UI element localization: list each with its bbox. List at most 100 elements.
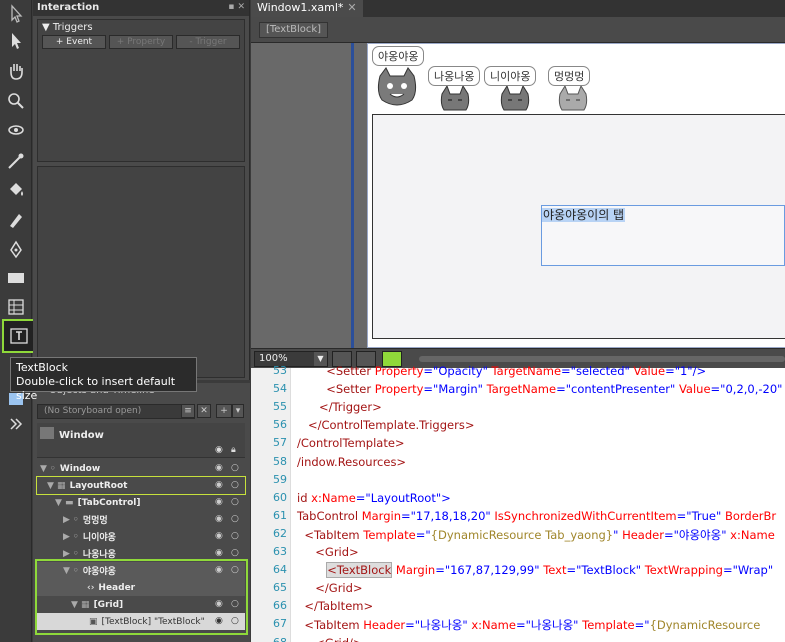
- add-property-button[interactable]: + Property: [109, 35, 173, 49]
- code-line[interactable]: /indow.Resources>: [297, 455, 406, 469]
- code-token: Property: [374, 382, 424, 397]
- code-token: ="나옹나옹": [405, 618, 472, 633]
- window-preview[interactable]: 야옹야옹 나옹나옹 니이야옹 멍멍멍 야옹야옹이의 탭: [367, 43, 785, 348]
- close-storyboard-icon[interactable]: ✕: [197, 404, 211, 418]
- eraser-brush-icon[interactable]: [4, 208, 28, 232]
- selection-arrow-icon[interactable]: [4, 29, 28, 53]
- code-line[interactable]: </Grid>: [297, 581, 362, 595]
- code-token: Text: [543, 563, 567, 578]
- code-token: ="17,18,18,20": [400, 508, 495, 523]
- asset-library-chevron-icon[interactable]: [4, 412, 28, 436]
- code-token: {DynamicResource Tab_yaong}: [430, 527, 614, 542]
- pen-icon[interactable]: [4, 238, 28, 262]
- textblock-element[interactable]: 야옹야옹이의 탭: [541, 205, 785, 266]
- code-line[interactable]: </ControlTemplate.Triggers>: [297, 418, 475, 433]
- close-tab-icon[interactable]: ✕: [347, 1, 356, 14]
- textblock-tool-icon[interactable]: [2, 319, 36, 353]
- tree-row[interactable]: ▼ ◦ Window ◉ ○: [37, 460, 245, 477]
- code-token: ="selected": [561, 364, 634, 378]
- new-storyboard-button[interactable]: +: [216, 404, 232, 418]
- lock-toggle-icon[interactable]: ○: [231, 514, 239, 524]
- tree-row[interactable]: ▶ ◦ 멍멍멍 ◉ ○: [37, 511, 245, 528]
- lock-icon[interactable]: 🔒︎: [231, 445, 236, 455]
- code-token: </Trigger>: [318, 400, 382, 415]
- eye-icon[interactable]: ◉: [215, 463, 223, 473]
- paint-bucket-icon[interactable]: [4, 178, 28, 202]
- lock-toggle-icon[interactable]: ○: [231, 463, 239, 473]
- rectangle-icon[interactable]: [4, 266, 28, 290]
- direct-select-arrow-icon[interactable]: [4, 2, 28, 26]
- tree-row-label: 멍멍멍: [82, 516, 108, 526]
- storyboard-options-icon[interactable]: ≡: [181, 404, 195, 418]
- code-token: </ControlTemplate.Triggers>: [307, 418, 475, 433]
- code-line[interactable]: </Trigger>: [297, 400, 382, 414]
- zoom-value: 100%: [259, 353, 288, 364]
- code-token: Header: [622, 527, 664, 542]
- code-token: ="TextBlock": [566, 563, 645, 578]
- code-token: Margin: [392, 563, 436, 578]
- tab-header-3[interactable]: 멍멍멍: [548, 66, 591, 86]
- code-line[interactable]: <Grid>: [297, 545, 358, 559]
- cat-illustration: [377, 67, 417, 106]
- xaml-editor[interactable]: 53 54 55 56 57 58 59 60 61 62 63 64 65 66 67 68 <Setter…: [251, 364, 785, 642]
- document-tab[interactable]: Window1.xaml* ✕: [251, 0, 363, 17]
- eye-icon[interactable]: ◉: [215, 480, 223, 490]
- code-line[interactable]: <TabItem Header="나옹나옹" x:Name="나옹나옹" Tem…: [297, 617, 760, 633]
- eye-icon[interactable]: ◉: [215, 497, 223, 507]
- code-line[interactable]: <Setter Property="Margin" TargetName="co…: [297, 382, 782, 396]
- code-line[interactable]: id x:Name="LayoutRoot">: [297, 491, 451, 505]
- code-line[interactable]: /ControlTemplate>: [297, 436, 405, 450]
- remove-trigger-button[interactable]: - Trigger: [176, 35, 240, 49]
- horizontal-scrollbar[interactable]: [419, 356, 785, 362]
- add-event-button[interactable]: + Event: [42, 35, 106, 49]
- code-token: ="0,2,0,-20": [710, 382, 783, 397]
- line-number: 59: [273, 472, 287, 486]
- code-line[interactable]: TabControl Margin="17,18,18,20" IsSynchr…: [297, 509, 776, 523]
- code-token: IsSynchronizedWithCurrentItem: [494, 508, 677, 523]
- code-token: ="야옹야옹": [663, 527, 731, 542]
- line-number: 66: [273, 599, 287, 613]
- code-token: =": [415, 527, 431, 542]
- tree-row[interactable]: ▶ ◦ 니이야옹 ◉ ○: [37, 528, 245, 545]
- eye-icon[interactable]: ◉: [215, 531, 223, 541]
- code-token: TextWrapping: [644, 563, 723, 578]
- design-artboard[interactable]: 야옹야옹 나옹나옹 니이야옹 멍멍멍 야옹야옹이의 탭: [251, 43, 785, 348]
- camera-orbit-icon[interactable]: [4, 118, 28, 142]
- code-line[interactable]: </TabItem>: [297, 599, 373, 613]
- line-number: 53: [273, 364, 287, 377]
- lock-toggle-icon[interactable]: ○: [231, 497, 239, 507]
- storyboard-selector[interactable]: (No Storyboard open): [37, 404, 195, 419]
- tab-header-1[interactable]: 나옹나옹: [428, 66, 481, 86]
- eye-icon[interactable]: ◉: [215, 548, 223, 558]
- zoom-icon[interactable]: [4, 89, 28, 113]
- code-line[interactable]: <Setter Property="Opacity" TargetName="s…: [297, 364, 706, 378]
- tab-content-panel[interactable]: 야옹야옹이의 탭: [372, 114, 785, 339]
- grid-layout-icon[interactable]: [4, 295, 28, 319]
- eye-icon[interactable]: ◉: [215, 514, 223, 524]
- storyboard-dropdown-icon[interactable]: ▾: [232, 404, 244, 418]
- code-line[interactable]: <Grid/>: [297, 636, 362, 642]
- breadcrumb[interactable]: [TextBlock]: [259, 22, 329, 38]
- pin-close-icon[interactable]: ▪ ✕: [228, 2, 245, 14]
- scope-up-icon[interactable]: [40, 427, 54, 439]
- tool-tooltip: TextBlock Double-click to insert default…: [10, 357, 197, 402]
- pan-hand-icon[interactable]: [4, 59, 28, 83]
- lock-toggle-icon[interactable]: ○: [231, 548, 239, 558]
- code-token: x:Name: [311, 490, 356, 505]
- tree-row[interactable]: ▼ ▦ LayoutRoot ◉ ○: [36, 476, 246, 495]
- tab-header-2[interactable]: 니이야옹: [484, 66, 537, 86]
- line-number: 68: [273, 635, 287, 642]
- code-line[interactable]: <TabItem Template="{DynamicResource Tab_…: [297, 527, 774, 543]
- code-token: ="나옹나옹": [515, 618, 583, 633]
- code-line[interactable]: <TextBlock Margin="167,87,129,99" Text="…: [297, 562, 773, 579]
- lock-toggle-icon[interactable]: ○: [231, 480, 239, 490]
- tab-header-0[interactable]: 야옹야옹: [372, 46, 425, 66]
- eye-icon[interactable]: ◉: [215, 445, 223, 455]
- eyedropper-icon[interactable]: [4, 149, 28, 173]
- blend-window: { "interaction": { "title": "Interaction…: [0, 0, 785, 642]
- lock-toggle-icon[interactable]: ○: [231, 531, 239, 541]
- tree-row[interactable]: ▼ ▬ [TabControl] ◉ ○: [37, 494, 245, 511]
- line-number: 60: [273, 490, 287, 504]
